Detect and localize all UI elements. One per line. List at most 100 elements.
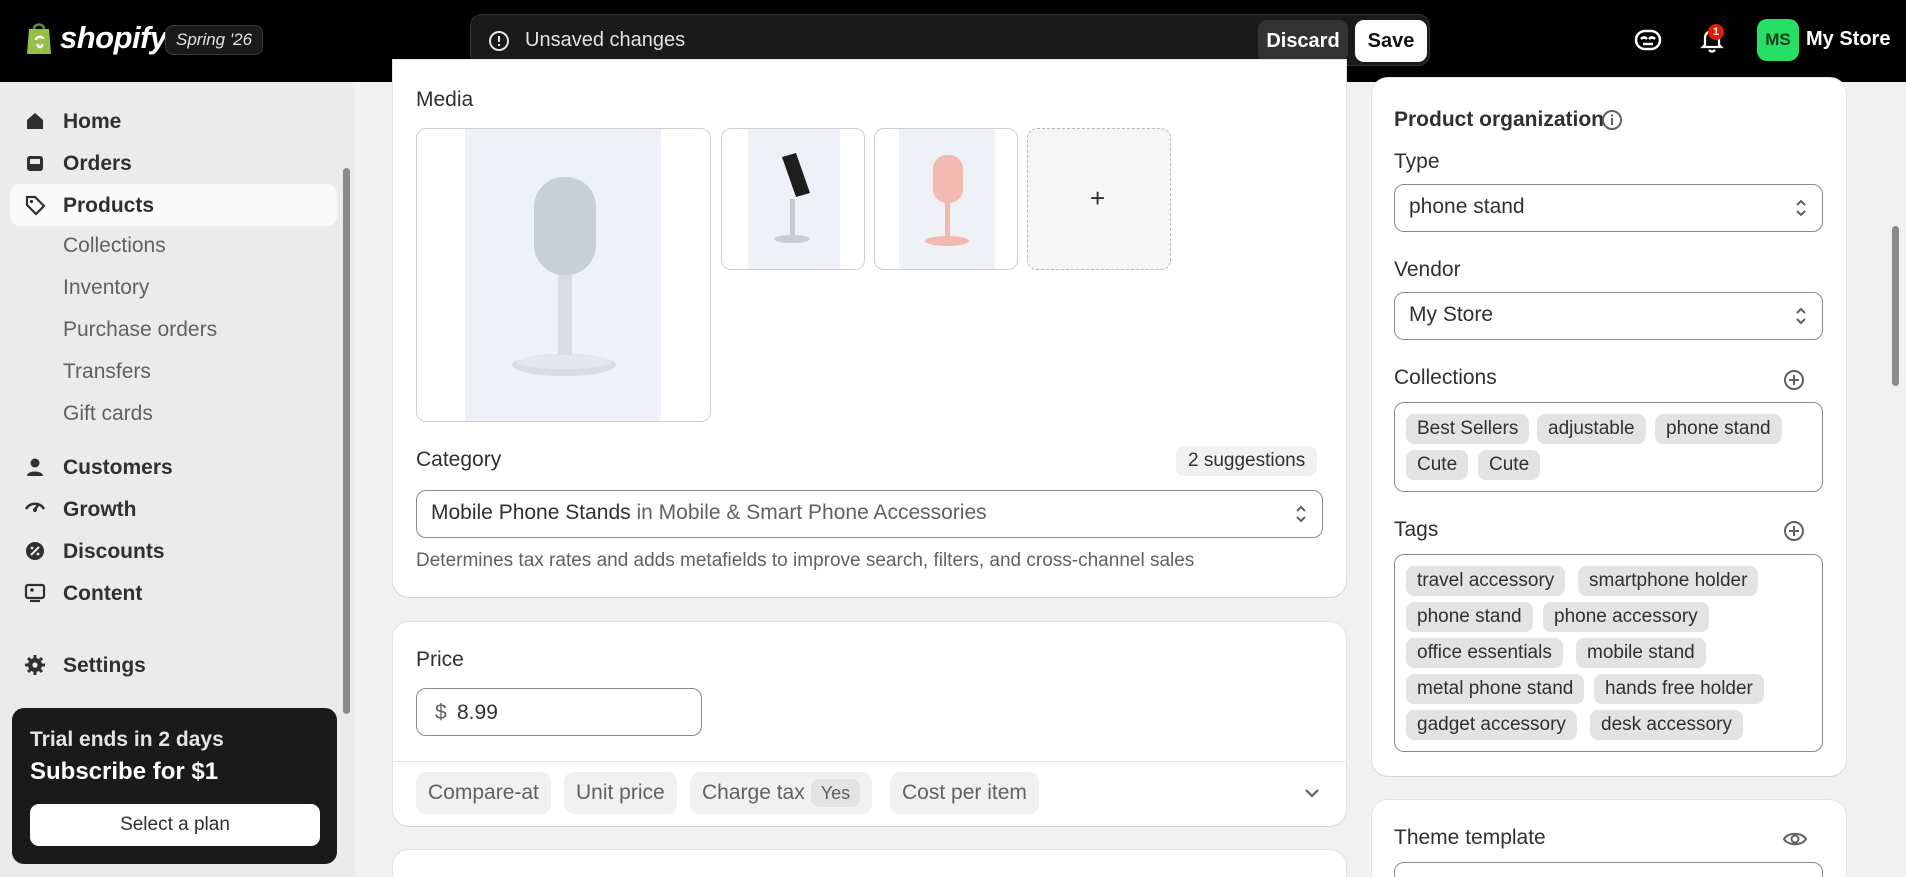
tag-chip[interactable]: smartphone holder: [1578, 566, 1759, 596]
sidebar-subitem-purchase-orders[interactable]: Purchase orders: [63, 318, 217, 342]
sidebar-item-label: Growth: [63, 498, 137, 521]
unsaved-changes-bar: Unsaved changes Discard Save: [470, 14, 1430, 66]
select-plan-button[interactable]: Select a plan: [30, 804, 320, 846]
chevron-down-icon[interactable]: [1301, 782, 1323, 804]
sidebar-subitem-transfers[interactable]: Transfers: [63, 360, 151, 384]
sidebar-subitem-inventory[interactable]: Inventory: [63, 276, 149, 300]
tag-chip[interactable]: travel accessory: [1406, 566, 1566, 596]
sidebar-item-home[interactable]: Home: [10, 100, 337, 142]
brand-name: shopify: [60, 20, 167, 55]
media-thumbnail-1[interactable]: [721, 128, 865, 270]
collection-chip[interactable]: Cute: [1478, 450, 1541, 480]
category-value: Mobile Phone Stands in Mobile & Smart Ph…: [431, 501, 987, 525]
collection-chip[interactable]: Best Sellers: [1406, 414, 1530, 444]
theme-template-select[interactable]: [1394, 862, 1823, 877]
save-button[interactable]: Save: [1355, 20, 1427, 62]
tag-chip[interactable]: office essentials: [1406, 638, 1563, 668]
tag-icon: [25, 195, 46, 216]
media-thumbnail-2[interactable]: [874, 128, 1018, 270]
price-title: Price: [416, 648, 464, 671]
tag-chip[interactable]: phone accessory: [1543, 602, 1709, 632]
sidebar-item-growth[interactable]: Growth: [10, 488, 337, 530]
theme-template-title: Theme template: [1394, 826, 1546, 849]
sidebar-scrollbar[interactable]: [343, 168, 350, 714]
category-suggestions-badge[interactable]: 2 suggestions: [1176, 446, 1318, 476]
sidebar-item-label: Discounts: [63, 540, 165, 563]
sidebar-item-label: Orders: [63, 152, 132, 175]
type-value: phone stand: [1409, 195, 1525, 218]
sidebar-subitem-collections[interactable]: Collections: [63, 234, 166, 258]
collections-label: Collections: [1394, 366, 1497, 389]
inbox-icon: [27, 156, 43, 171]
subscribe-text: Subscribe for $1: [30, 758, 219, 785]
add-collection-icon[interactable]: [1782, 368, 1806, 392]
sidebar-item-orders[interactable]: Orders: [10, 142, 337, 184]
plus-icon: +: [1090, 183, 1106, 213]
collection-chip[interactable]: phone stand: [1655, 414, 1782, 444]
gear-icon: [25, 655, 45, 675]
category-main-value: Mobile Phone Stands: [431, 501, 631, 524]
add-tag-icon[interactable]: [1782, 519, 1806, 543]
shopify-bag-icon: [27, 23, 51, 54]
price-input[interactable]: $ 8.99: [416, 688, 702, 736]
info-icon[interactable]: [1600, 108, 1624, 132]
tag-chip[interactable]: hands free holder: [1594, 674, 1764, 704]
vendor-select[interactable]: My Store: [1394, 292, 1823, 340]
category-select[interactable]: Mobile Phone Stands in Mobile & Smart Ph…: [416, 490, 1323, 538]
tag-chip[interactable]: mobile stand: [1576, 638, 1706, 668]
home-icon: [27, 113, 43, 129]
media-title: Media: [416, 88, 474, 111]
type-select[interactable]: phone stand: [1394, 184, 1823, 232]
price-card: Price $ 8.99 Compare-at Unit price Charg…: [393, 622, 1346, 826]
sidebar-item-products[interactable]: Products: [10, 184, 337, 226]
sidebar-item-label: Home: [63, 110, 122, 133]
tag-chip[interactable]: metal phone stand: [1406, 674, 1585, 704]
add-media-button[interactable]: +: [1027, 128, 1171, 270]
tag-chip[interactable]: gadget accessory: [1406, 710, 1577, 740]
type-label: Type: [1394, 150, 1440, 173]
growth-icon: [24, 502, 46, 512]
collection-chip[interactable]: adjustable: [1537, 414, 1646, 444]
media-main-image[interactable]: [416, 128, 711, 422]
sidekick-icon[interactable]: [1632, 24, 1664, 56]
sidebar-item-customers[interactable]: Customers: [10, 446, 337, 488]
cost-per-item-button[interactable]: Cost per item: [890, 772, 1039, 814]
vendor-value: My Store: [1409, 303, 1494, 326]
trial-banner: Trial ends in 2 days Subscribe for $1 Se…: [12, 708, 337, 864]
sidebar-item-settings[interactable]: Settings: [10, 644, 337, 686]
divider: [393, 761, 1346, 762]
discard-button[interactable]: Discard: [1258, 20, 1348, 62]
phone-stand-black-image: [748, 129, 840, 269]
price-currency-symbol: $: [435, 701, 447, 724]
tag-chip[interactable]: phone stand: [1406, 602, 1533, 632]
sidebar-item-discounts[interactable]: Discounts: [10, 530, 337, 572]
tags-box[interactable]: travel accessory smartphone holder phone…: [1394, 554, 1823, 752]
trial-ends-text: Trial ends in 2 days: [30, 728, 224, 751]
chevron-up-down-icon: [1296, 505, 1306, 523]
collections-box[interactable]: Best Sellers adjustable phone stand Cute…: [1394, 402, 1823, 492]
compare-at-button[interactable]: Compare-at: [416, 772, 551, 814]
avatar[interactable]: MS: [1757, 19, 1799, 61]
sidebar-subitem-gift-cards[interactable]: Gift cards: [63, 402, 153, 426]
page-scrollbar[interactable]: [1892, 226, 1899, 386]
charge-tax-button[interactable]: Charge tax Yes: [690, 772, 873, 814]
sidebar-item-label: Customers: [63, 456, 173, 479]
content-icon: [24, 583, 46, 603]
category-help-text: Determines tax rates and adds metafields…: [416, 550, 1195, 571]
collection-chip[interactable]: Cute: [1406, 450, 1469, 480]
eye-icon[interactable]: [1782, 828, 1808, 850]
tags-label: Tags: [1394, 518, 1439, 541]
phone-stand-pink-image: [899, 129, 995, 269]
theme-template-card: Theme template: [1372, 800, 1846, 877]
category-title: Category: [416, 448, 502, 471]
edition-badge[interactable]: Spring '26: [165, 25, 264, 55]
price-value: 8.99: [457, 701, 498, 724]
chevron-up-down-icon: [1796, 199, 1806, 217]
shopify-logo[interactable]: shopify: [24, 20, 167, 56]
sidebar-item-content[interactable]: Content: [10, 572, 337, 614]
product-organization-card: Product organization Type phone stand Ve…: [1372, 78, 1846, 776]
next-card: [393, 850, 1346, 877]
store-name[interactable]: My Store: [1806, 28, 1890, 51]
unit-price-button[interactable]: Unit price: [564, 772, 677, 814]
tag-chip[interactable]: desk accessory: [1590, 710, 1743, 740]
